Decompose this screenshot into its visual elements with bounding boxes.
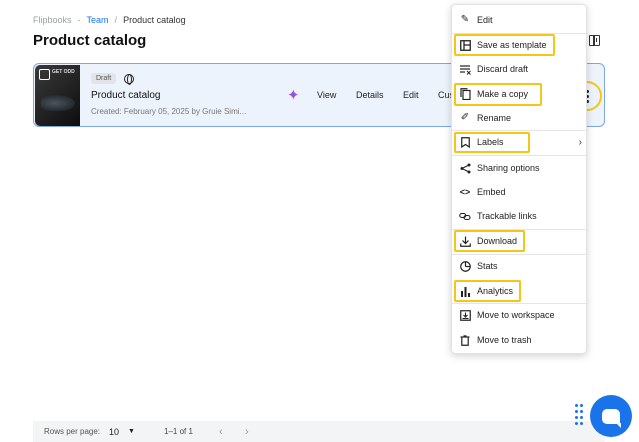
menu-item-label: Analytics	[477, 286, 514, 296]
card-title[interactable]: Product catalog	[91, 90, 161, 101]
layout-icon[interactable]	[589, 35, 600, 46]
discard-icon	[459, 63, 471, 75]
menu-item-move-to-workspace[interactable]: Move to workspace	[452, 304, 588, 326]
menu-item-analytics[interactable]: Analytics	[452, 280, 588, 302]
share-icon	[459, 162, 471, 174]
pencil-icon: ✎	[460, 14, 470, 25]
menu-item-move-to-trash[interactable]: Move to trash	[452, 329, 588, 351]
shoe-image	[41, 95, 75, 111]
menu-item-label: Sharing options	[477, 163, 540, 173]
menu-divider	[452, 155, 588, 156]
code-icon: <>	[459, 187, 471, 197]
menu-item-label: Make a copy	[477, 89, 529, 99]
chat-bubble-icon	[602, 408, 621, 428]
menu-item-label: Save as template	[477, 40, 547, 50]
breadcrumb-team[interactable]: Team	[87, 15, 109, 25]
trash-icon	[459, 334, 471, 346]
menu-item-make-a-copy[interactable]: Make a copy	[452, 83, 588, 105]
pagination-footer: Rows per page: 10 ▼ 1–1 of 1 ‹ ›	[33, 421, 605, 442]
status-badge: Draft	[91, 73, 117, 84]
menu-item-label: Trackable links	[477, 211, 537, 221]
bar-chart-icon	[459, 285, 471, 297]
menu-item-sharing-options[interactable]: Sharing options	[452, 157, 588, 179]
sparkle-icon[interactable]: ✦	[287, 88, 300, 103]
menu-item-trackable-links[interactable]: Trackable links	[452, 205, 588, 227]
pagination-range: 1–1 of 1	[164, 427, 193, 436]
menu-item-label: Discard draft	[477, 64, 529, 74]
edit-button[interactable]: Edit	[403, 90, 419, 100]
menu-item-edit[interactable]: ✎ Edit	[452, 9, 588, 31]
menu-item-label: Move to trash	[477, 335, 532, 345]
menu-item-download[interactable]: Download	[452, 230, 588, 252]
breadcrumb-separator: -	[77, 15, 81, 25]
rows-per-page-select[interactable]: 10	[109, 427, 119, 437]
copy-icon	[459, 88, 471, 100]
caret-down-icon[interactable]: ▼	[128, 428, 135, 435]
move-icon	[459, 309, 471, 321]
next-page-button[interactable]: ›	[245, 426, 249, 438]
page-title: Product catalog	[33, 32, 147, 49]
rename-icon: ✐	[460, 112, 470, 123]
flipbook-thumbnail[interactable]: GET ODD	[35, 65, 80, 126]
chevron-right-icon: ›	[578, 136, 582, 148]
menu-item-label: Rename	[477, 113, 512, 123]
pie-icon	[459, 260, 471, 272]
prev-page-button[interactable]: ‹	[219, 426, 223, 438]
menu-item-save-as-template[interactable]: Save as template	[452, 34, 588, 56]
menu-item-stats[interactable]: Stats	[452, 255, 588, 277]
menu-item-rename[interactable]: ✐ Rename	[452, 107, 588, 129]
breadcrumb-current: Product catalog	[123, 15, 186, 25]
label-icon	[459, 136, 471, 148]
link-icon	[459, 210, 471, 222]
menu-item-label: Move to workspace	[477, 310, 555, 320]
breadcrumb-root[interactable]: Flipbooks	[33, 15, 72, 25]
select-checkbox[interactable]	[39, 69, 50, 80]
context-menu: ✎ Edit Save as template Discard draft Ma…	[451, 4, 588, 354]
globe-icon	[124, 74, 134, 85]
apps-grid-icon[interactable]	[575, 404, 585, 426]
menu-item-label: Edit	[477, 15, 493, 25]
download-icon	[459, 235, 471, 247]
customize-button[interactable]: Customize	[438, 90, 452, 100]
menu-item-labels[interactable]: Labels ›	[452, 131, 588, 153]
chat-support-button[interactable]	[590, 395, 632, 437]
menu-item-label: Download	[477, 236, 518, 246]
rows-per-page-label: Rows per page:	[44, 427, 101, 436]
breadcrumb: Flipbooks - Team / Product catalog	[33, 15, 186, 25]
card-meta: Created: February 05, 2025 by Gruie Simi…	[91, 107, 247, 116]
thumbnail-text: GET ODD	[52, 69, 75, 75]
menu-item-discard-draft[interactable]: Discard draft	[452, 58, 588, 80]
breadcrumb-separator: /	[114, 15, 118, 25]
details-button[interactable]: Details	[356, 90, 384, 100]
menu-item-embed[interactable]: <> Embed	[452, 181, 588, 203]
menu-item-label: Labels	[477, 137, 504, 147]
menu-item-label: Embed	[477, 187, 506, 197]
view-button[interactable]: View	[317, 90, 336, 100]
menu-item-label: Stats	[477, 261, 498, 271]
template-icon	[459, 39, 471, 51]
